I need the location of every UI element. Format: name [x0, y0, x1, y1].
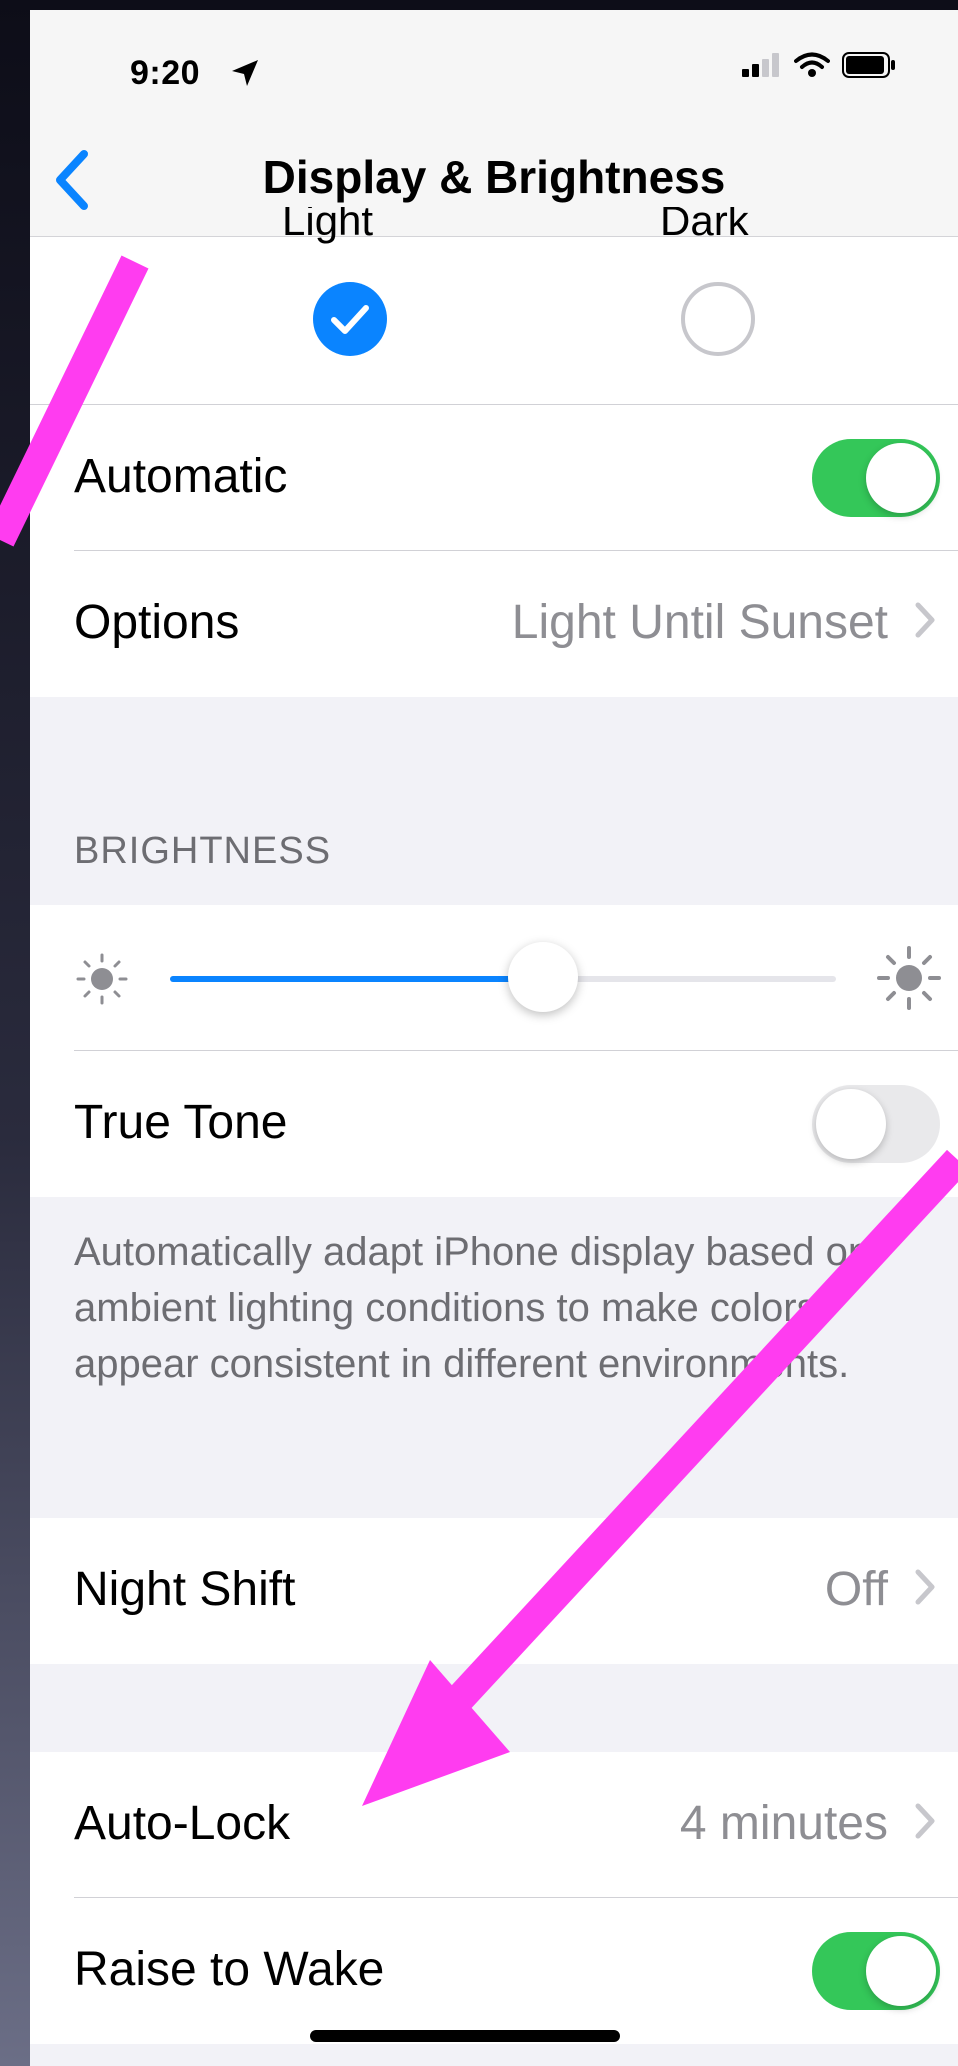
- signal-icon: [742, 53, 782, 82]
- appearance-dark-radio[interactable]: [680, 281, 756, 362]
- settings-screen: 9:20 Display & Brightness Light Dark Aut…: [30, 10, 958, 2066]
- toggle-knob: [866, 1936, 936, 2006]
- sun-high-icon: [876, 945, 942, 1016]
- night-shift-label: Night Shift: [74, 1563, 296, 1616]
- true-tone-row[interactable]: True Tone: [30, 1051, 958, 1197]
- automatic-label: Automatic: [74, 450, 288, 503]
- night-shift-row[interactable]: Night Shift Off: [30, 1518, 958, 1664]
- automatic-row[interactable]: Automatic: [30, 405, 958, 551]
- appearance-light-label: Light: [282, 207, 374, 244]
- raise-to-wake-toggle[interactable]: [812, 1932, 940, 2010]
- status-bar: 9:20: [30, 10, 958, 128]
- home-indicator[interactable]: [310, 2030, 620, 2042]
- options-label: Options: [74, 596, 240, 649]
- toggle-knob: [866, 443, 936, 513]
- chevron-right-icon: [914, 601, 936, 644]
- status-time: 9:20: [130, 54, 201, 92]
- true-tone-label: True Tone: [74, 1096, 288, 1149]
- brightness-slider-thumb[interactable]: [507, 942, 578, 1012]
- true-tone-footer: Automatically adapt iPhone display based…: [74, 1230, 871, 1386]
- automatic-toggle[interactable]: [812, 439, 940, 517]
- toggle-knob: [816, 1089, 886, 1159]
- brightness-row: [30, 905, 958, 1051]
- sun-low-icon: [74, 951, 130, 1012]
- wifi-icon: [794, 52, 830, 83]
- appearance-section: Light Dark: [30, 207, 958, 405]
- appearance-dark-label: Dark: [660, 207, 749, 244]
- brightness-slider-track[interactable]: [170, 942, 836, 1012]
- raise-to-wake-row[interactable]: Raise to Wake: [30, 1898, 958, 2044]
- night-shift-value: Off: [824, 1563, 888, 1616]
- options-row[interactable]: Options Light Until Sunset: [30, 551, 958, 697]
- appearance-light-radio[interactable]: [312, 281, 388, 362]
- brightness-slider-fill: [170, 976, 543, 982]
- location-arrow-icon: [230, 58, 260, 93]
- auto-lock-label: Auto-Lock: [74, 1797, 291, 1850]
- options-value: Light Until Sunset: [511, 596, 888, 649]
- chevron-right-icon: [914, 1568, 936, 1611]
- battery-icon: [842, 52, 896, 83]
- chevron-right-icon: [914, 1802, 936, 1845]
- brightness-header: BRIGHTNESS: [74, 830, 332, 872]
- auto-lock-value: 4 minutes: [679, 1797, 888, 1850]
- appearance-labels: Light Dark: [30, 207, 958, 267]
- true-tone-toggle[interactable]: [812, 1085, 940, 1163]
- raise-to-wake-label: Raise to Wake: [74, 1943, 385, 1996]
- auto-lock-row[interactable]: Auto-Lock 4 minutes: [30, 1752, 958, 1898]
- page-title: Display & Brightness: [262, 151, 726, 203]
